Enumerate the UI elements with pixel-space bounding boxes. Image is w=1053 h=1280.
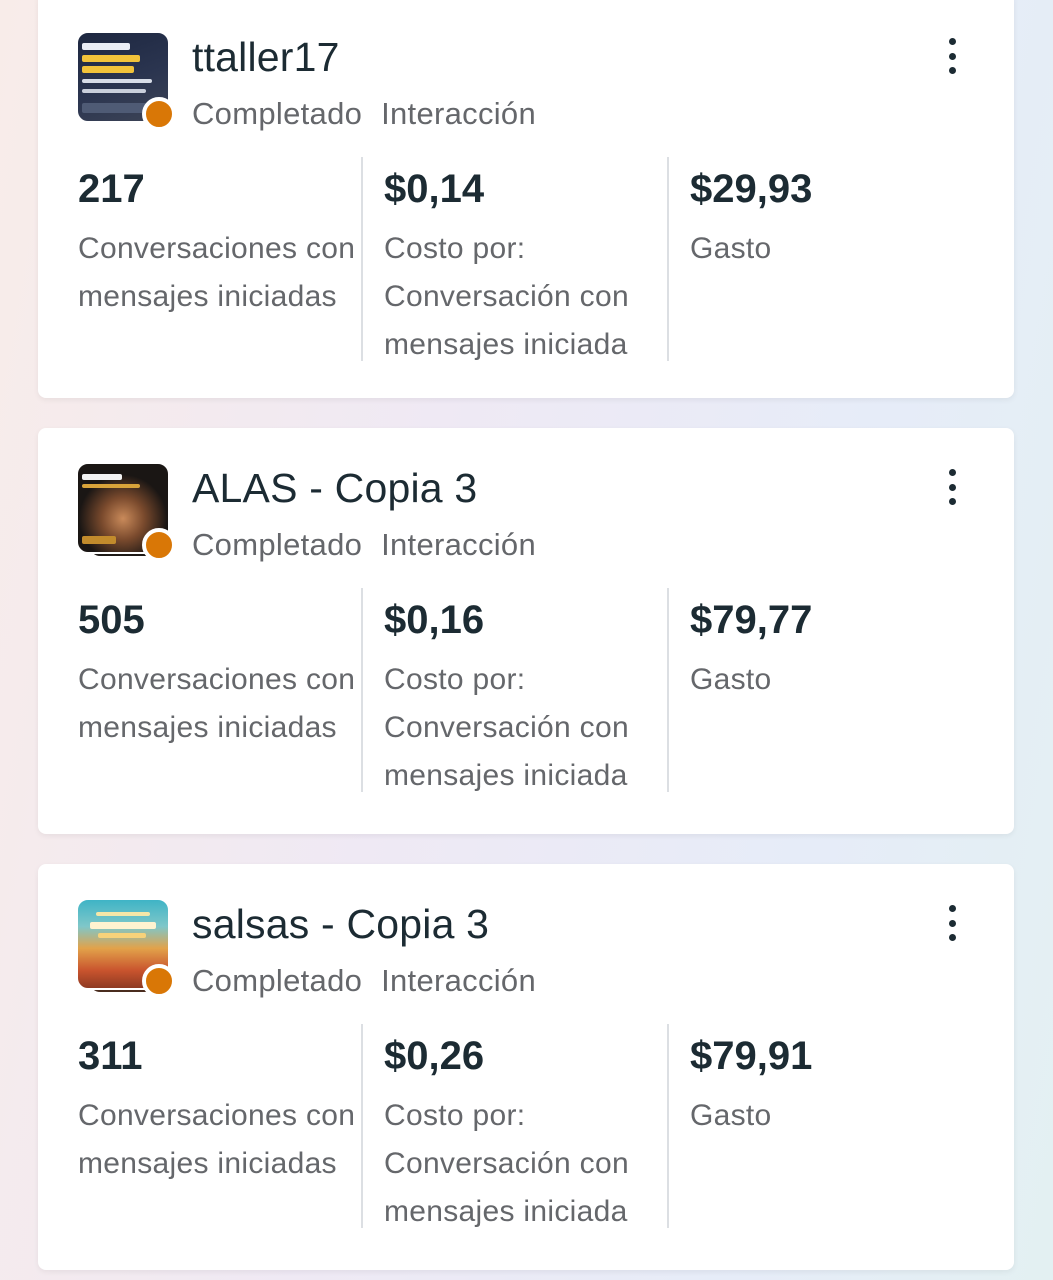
metric-results: 217 Conversaciones con mensajes iniciada…: [78, 157, 361, 361]
status-dot-icon: [142, 528, 176, 562]
ad-card[interactable]: salsas - Copia 3 Completado Interacción …: [38, 864, 1014, 1270]
metric-value: $79,91: [690, 1034, 813, 1078]
metric-cost-per-result: $0,14 Costo por: Conversación con mensaj…: [361, 157, 667, 361]
ad-thumbnail[interactable]: [76, 31, 176, 131]
metric-value: $0,14: [384, 167, 485, 211]
metric-label: Gasto: [690, 1099, 772, 1132]
metric-value: 505: [78, 598, 145, 642]
metric-results: 311 Conversaciones con mensajes iniciada…: [78, 1024, 361, 1228]
ad-name[interactable]: ttaller17: [192, 34, 340, 81]
metrics-row: 311 Conversaciones con mensajes iniciada…: [78, 1024, 978, 1228]
metric-label: Costo por: Conversación con mensajes ini…: [384, 232, 629, 361]
metric-label: Conversaciones con mensajes iniciadas: [78, 1099, 356, 1180]
metric-value: $0,16: [384, 598, 485, 642]
metric-value: $0,26: [384, 1034, 485, 1078]
metric-label: Conversaciones con mensajes iniciadas: [78, 663, 356, 744]
metrics-row: 505 Conversaciones con mensajes iniciada…: [78, 588, 978, 792]
delivery-status: Completado: [192, 963, 363, 998]
ad-name[interactable]: ALAS - Copia 3: [192, 465, 477, 512]
metric-label: Costo por: Conversación con mensajes ini…: [384, 1099, 629, 1228]
ad-card[interactable]: ttaller17 Completado Interacción 217 Con…: [38, 0, 1014, 398]
metric-label: Gasto: [690, 663, 772, 696]
metric-label: Conversaciones con mensajes iniciadas: [78, 232, 356, 313]
ad-status-line: Completado Interacción: [192, 96, 536, 132]
metric-label: Gasto: [690, 232, 772, 265]
more-options-button[interactable]: [934, 901, 970, 945]
ad-thumbnail[interactable]: [76, 462, 176, 562]
more-options-button[interactable]: [934, 465, 970, 509]
ad-thumbnail[interactable]: [76, 898, 176, 998]
ad-card[interactable]: ALAS - Copia 3 Completado Interacción 50…: [38, 428, 1014, 834]
metric-amount-spent: $29,93 Gasto: [667, 157, 967, 361]
ad-name[interactable]: salsas - Copia 3: [192, 901, 489, 948]
metric-label: Costo por: Conversación con mensajes ini…: [384, 663, 629, 792]
metric-cost-per-result: $0,26 Costo por: Conversación con mensaj…: [361, 1024, 667, 1228]
delivery-status: Completado: [192, 527, 363, 562]
ad-objective: Interacción: [381, 96, 537, 131]
metric-cost-per-result: $0,16 Costo por: Conversación con mensaj…: [361, 588, 667, 792]
metric-value: $79,77: [690, 598, 813, 642]
more-vertical-icon: [948, 469, 956, 476]
more-vertical-icon: [948, 38, 956, 45]
metric-value: 217: [78, 167, 145, 211]
more-vertical-icon: [948, 905, 956, 912]
metric-value: $29,93: [690, 167, 813, 211]
metric-value: 311: [78, 1034, 143, 1078]
delivery-status: Completado: [192, 96, 363, 131]
metrics-row: 217 Conversaciones con mensajes iniciada…: [78, 157, 978, 361]
ad-status-line: Completado Interacción: [192, 527, 536, 563]
status-dot-icon: [142, 97, 176, 131]
ad-status-line: Completado Interacción: [192, 963, 536, 999]
ad-objective: Interacción: [381, 963, 537, 998]
metric-amount-spent: $79,77 Gasto: [667, 588, 967, 792]
metric-results: 505 Conversaciones con mensajes iniciada…: [78, 588, 361, 792]
metric-amount-spent: $79,91 Gasto: [667, 1024, 967, 1228]
ad-objective: Interacción: [381, 527, 537, 562]
more-options-button[interactable]: [934, 34, 970, 78]
status-dot-icon: [142, 964, 176, 998]
